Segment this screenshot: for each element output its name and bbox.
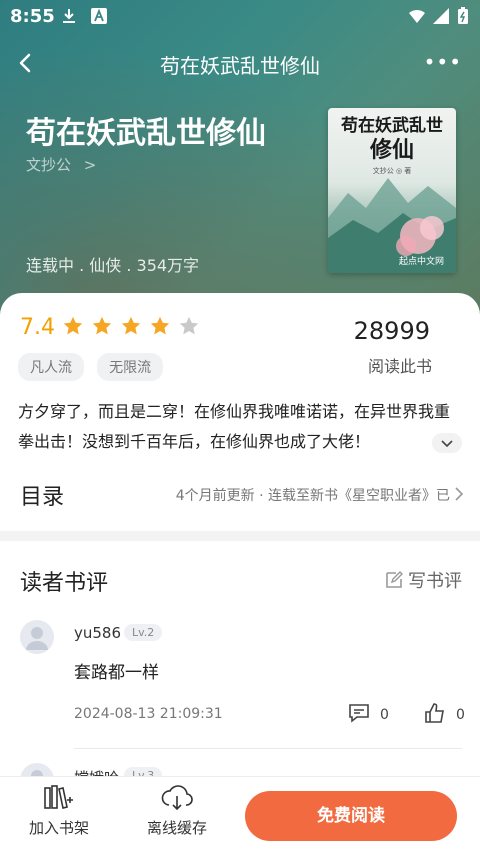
book-title: 苟在妖武乱世修仙 bbox=[26, 116, 266, 151]
cover-publisher-mark: 起点中文网 bbox=[398, 257, 444, 267]
author-link[interactable]: 文抄公 > bbox=[26, 154, 96, 175]
review-time: 2024-08-13 21:09:31 bbox=[74, 706, 223, 722]
edit-icon bbox=[386, 571, 403, 588]
signal-icon bbox=[433, 8, 449, 24]
book-detail-card: 7.4 28999 阅读此书 凡人流 无限流 方夕穿了，而且是二穿！在修仙界我唯… bbox=[0, 293, 480, 853]
avatar-icon[interactable] bbox=[20, 620, 54, 654]
tag[interactable]: 凡人流 bbox=[18, 353, 84, 381]
section-divider bbox=[0, 531, 480, 541]
write-review-button[interactable]: 写书评 bbox=[384, 567, 462, 593]
bookshelf-icon bbox=[44, 785, 73, 809]
star-icon bbox=[151, 316, 170, 335]
read-free-button[interactable]: 免费阅读 bbox=[245, 791, 457, 841]
tag[interactable]: 无限流 bbox=[97, 353, 164, 381]
cloud-download-icon bbox=[161, 785, 193, 811]
chevron-right-icon bbox=[455, 487, 464, 501]
star-icon bbox=[180, 316, 199, 335]
comment-button[interactable]: 0 bbox=[348, 702, 389, 724]
more-icon[interactable]: ••• bbox=[424, 50, 462, 74]
read-count: 28999 bbox=[353, 317, 430, 345]
cover-author: 文抄公 ◎ 著 bbox=[372, 167, 412, 175]
nav-title: 苟在妖武乱世修仙 bbox=[160, 54, 320, 78]
like-button[interactable]: 0 bbox=[424, 702, 465, 724]
level-badge: Lv.2 bbox=[124, 624, 163, 641]
author-name: 文抄公 bbox=[26, 156, 72, 174]
cover-title: 苟在妖武乱世 修仙 bbox=[341, 116, 443, 163]
download-icon bbox=[63, 9, 75, 23]
book-header: 8:55 苟在妖武乱世修仙 ••• 苟在妖武乱世修仙 文抄公 > 连载中 . 仙 bbox=[0, 0, 480, 330]
star-icon bbox=[63, 316, 83, 335]
chevron-right-icon: > bbox=[83, 156, 97, 174]
status-bar: 8:55 bbox=[0, 0, 480, 34]
rating-stars bbox=[62, 315, 202, 341]
review-username[interactable]: yu586 bbox=[74, 624, 121, 642]
tag-list: 凡人流 无限流 bbox=[18, 353, 171, 381]
toc-title: 目录 bbox=[20, 485, 65, 510]
chevron-down-icon[interactable] bbox=[432, 433, 462, 453]
offline-cache-button[interactable]: 离线缓存 bbox=[132, 783, 222, 838]
read-count-label: 阅读此书 bbox=[367, 357, 432, 376]
add-to-shelf-button[interactable]: 加入书架 bbox=[14, 783, 104, 838]
star-icon bbox=[122, 316, 141, 335]
add-to-shelf-label: 加入书架 bbox=[28, 819, 89, 837]
comment-icon bbox=[349, 704, 369, 723]
toc-row[interactable]: 目录 4个月前更新 · 连载至新书《星空职业者》已 bbox=[0, 475, 480, 515]
wifi-icon bbox=[409, 9, 425, 23]
star-icon bbox=[92, 316, 112, 335]
bottom-action-bar: 加入书架 离线缓存 免费阅读 bbox=[0, 776, 480, 853]
reviews-title: 读者书评 bbox=[20, 571, 109, 596]
rating-score: 7.4 bbox=[20, 315, 55, 340]
nav-bar: 苟在妖武乱世修仙 ••• bbox=[0, 42, 480, 82]
status-time: 8:55 bbox=[10, 6, 55, 27]
book-cover[interactable]: 苟在妖武乱世 修仙 文抄公 ◎ 著 起点中文网 bbox=[328, 108, 456, 273]
offline-cache-label: 离线缓存 bbox=[146, 819, 207, 837]
review-text: 套路都一样 bbox=[74, 663, 159, 683]
write-review-label: 写书评 bbox=[408, 571, 462, 592]
battery-icon bbox=[458, 7, 468, 24]
book-intro[interactable]: 方夕穿了，而且是二穿！在修仙界我唯唯诺诺，在异世界我重拳出击！没想到千百年后，在… bbox=[18, 397, 462, 457]
toc-update-info: 4个月前更新 · 连载至新书《星空职业者》已 bbox=[175, 488, 450, 504]
review-divider bbox=[74, 748, 462, 749]
a-notification-icon bbox=[91, 8, 107, 24]
thumbs-up-icon bbox=[425, 703, 444, 723]
book-meta: 连载中 . 仙侠 . 354万字 bbox=[26, 256, 200, 275]
